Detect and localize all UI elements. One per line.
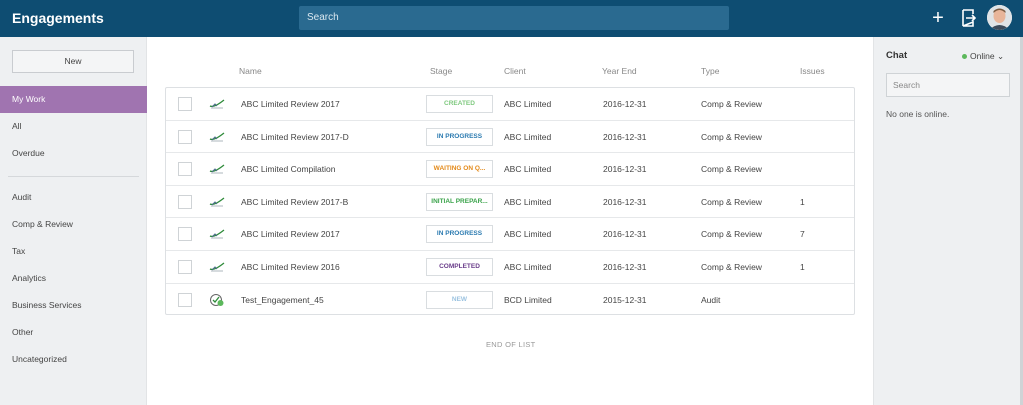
year-end: 2016-12-31 [603, 196, 647, 207]
sidebar-item-comp-review[interactable]: Comp & Review [0, 211, 147, 238]
sidebar-item-business-services[interactable]: Business Services [0, 292, 147, 319]
column-header-name[interactable]: Name [239, 66, 262, 76]
review-check-icon [209, 162, 225, 176]
sidebar-item-my-work[interactable]: My Work [0, 86, 147, 113]
chat-panel: Chat Online ⌄ Search No one is online. [873, 37, 1023, 405]
avatar[interactable] [987, 5, 1012, 30]
engagement-type: Comp & Review [701, 262, 762, 272]
sidebar-item-uncategorized[interactable]: Uncategorized [0, 346, 147, 373]
chat-empty-message: No one is online. [886, 109, 950, 119]
row-checkbox[interactable] [178, 227, 192, 242]
client-name: BCD Limited [504, 294, 552, 305]
client-name: ABC Limited [504, 164, 552, 175]
engagement-name[interactable]: ABC Limited Review 2016 [241, 251, 340, 283]
engagement-name[interactable]: Test_Engagement_45 [241, 284, 324, 316]
engagement-table: ABC Limited Review 2017 ABC Limited 2016-1… [165, 87, 855, 315]
engagement-type: Comp & Review [701, 229, 762, 240]
stage-badge[interactable]: IN PROGRESS [426, 127, 493, 146]
issue-count: 1 [800, 262, 805, 272]
year-end: 2016-12-31 [603, 99, 647, 109]
row-checkbox[interactable] [178, 194, 192, 209]
client-name: ABC Limited [504, 262, 552, 272]
stage-badge[interactable]: WAITING ON Q... [426, 160, 493, 179]
online-status-label: Online [970, 51, 995, 61]
audit-globe-icon [209, 293, 225, 307]
table-row[interactable]: ABC Limited Review 2017 ABC Limited 2016-1… [166, 218, 854, 251]
row-checkbox[interactable] [178, 162, 192, 177]
review-check-icon [209, 260, 225, 274]
table-row[interactable]: ABC Limited Compilation ABC Limited 2016-1… [166, 153, 854, 186]
engagement-type: Comp & Review [701, 196, 762, 207]
engagement-name[interactable]: ABC Limited Review 2017 [241, 218, 340, 250]
end-of-list-label: END OF LIST [486, 340, 536, 349]
row-checkbox[interactable] [178, 97, 192, 111]
sidebar-item-tax[interactable]: Tax [0, 238, 147, 265]
engagement-type: Comp & Review [701, 131, 762, 142]
table-row[interactable]: ABC Limited Review 2017-D ABC Limited 2016… [166, 121, 854, 154]
year-end: 2016-12-31 [603, 262, 647, 272]
column-header-stage[interactable]: Stage [430, 66, 452, 76]
engagement-type: Comp & Review [701, 164, 762, 175]
review-check-icon [209, 97, 225, 111]
engagement-name[interactable]: ABC Limited Review 2017-D [241, 121, 349, 153]
stage-badge[interactable]: NEW [426, 290, 493, 309]
sidebar-divider [8, 176, 139, 177]
client-name: ABC Limited [504, 131, 552, 142]
chat-search-input[interactable]: Search [886, 73, 1010, 97]
year-end: 2016-12-31 [603, 229, 647, 240]
online-status-dropdown[interactable]: Online ⌄ [962, 51, 1004, 62]
review-check-icon [209, 130, 225, 144]
engagement-type: Comp & Review [701, 99, 762, 109]
chevron-down-icon: ⌄ [994, 51, 1005, 61]
search-input[interactable]: Search [299, 6, 729, 30]
sidebar-item-all[interactable]: All [0, 113, 147, 140]
engagement-type: Audit [701, 294, 721, 305]
engagement-name[interactable]: ABC Limited Review 2017 [241, 88, 340, 120]
issue-count: 1 [800, 196, 805, 207]
stage-badge[interactable]: INITIAL PREPAR... [426, 192, 493, 211]
review-check-icon [209, 227, 225, 241]
client-name: ABC Limited [504, 99, 552, 109]
year-end: 2016-12-31 [603, 131, 647, 142]
sidebar-item-other[interactable]: Other [0, 319, 147, 346]
online-dot-icon [962, 54, 967, 60]
sidebar-item-overdue[interactable]: Overdue [0, 140, 147, 167]
table-row[interactable]: ABC Limited Review 2017 ABC Limited 2016-1… [166, 88, 854, 121]
review-check-icon [209, 195, 225, 209]
sidebar: New My Work All Overdue Audit Comp & Rev… [0, 37, 147, 405]
year-end: 2015-12-31 [603, 294, 647, 305]
table-row[interactable]: ABC Limited Review 2017-B ABC Limited 2016… [166, 186, 854, 219]
row-checkbox[interactable] [178, 292, 192, 307]
engagement-name[interactable]: ABC Limited Compilation [241, 153, 335, 185]
column-header-issues[interactable]: Issues [800, 66, 825, 76]
table-row[interactable]: ABC Limited Review 2016 ABC Limited 2016-1… [166, 251, 854, 284]
chat-title: Chat [886, 50, 908, 61]
issue-count: 7 [800, 229, 805, 240]
stage-badge[interactable]: IN PROGRESS [426, 225, 493, 244]
exit-icon[interactable] [960, 9, 977, 27]
client-name: ABC Limited [504, 229, 552, 240]
page-title: Engagements [12, 10, 104, 26]
row-checkbox[interactable] [178, 260, 192, 274]
sidebar-item-audit[interactable]: Audit [0, 184, 147, 211]
stage-badge[interactable]: CREATED [426, 95, 493, 113]
column-header-year-end[interactable]: Year End [602, 66, 637, 76]
column-header-client[interactable]: Client [504, 66, 526, 76]
stage-badge[interactable]: COMPLETED [426, 258, 493, 276]
engagement-list-panel: Name Stage Client Year End Type Issues A… [148, 37, 873, 405]
plus-icon[interactable]: + [929, 8, 947, 28]
engagement-name[interactable]: ABC Limited Review 2017-B [241, 186, 348, 218]
new-button[interactable]: New [12, 50, 134, 73]
year-end: 2016-12-31 [603, 164, 647, 175]
row-checkbox[interactable] [178, 129, 192, 144]
client-name: ABC Limited [504, 196, 552, 207]
top-bar: Engagements Search + [0, 0, 1023, 37]
column-header-type[interactable]: Type [701, 66, 719, 76]
sidebar-item-analytics[interactable]: Analytics [0, 265, 147, 292]
table-row[interactable]: Test_Engagement_45 BCD Limited 2015-12-31 A… [166, 284, 854, 317]
